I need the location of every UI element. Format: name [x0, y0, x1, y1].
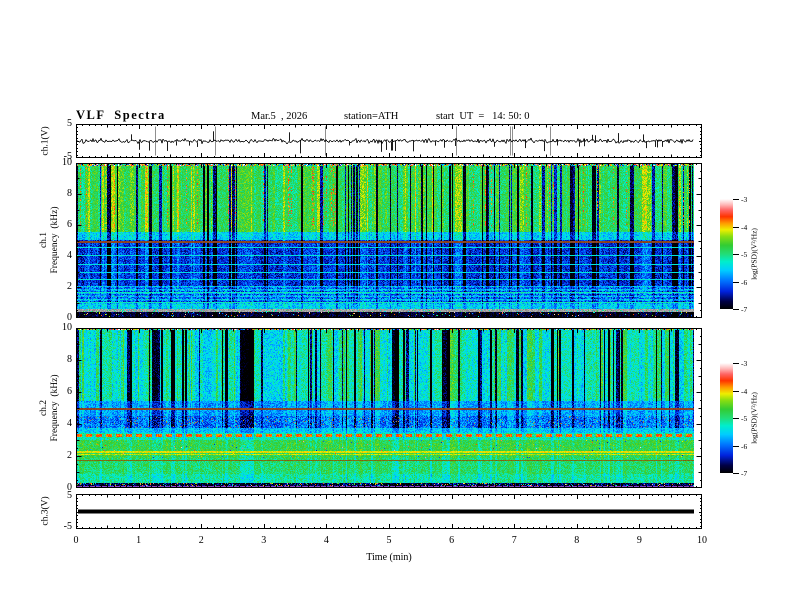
colorbar1-tick--3: -3 [741, 195, 748, 204]
colorbar1-tickmark--5 [733, 254, 739, 255]
time-tick-9: 9 [636, 535, 642, 546]
ch3-waveform-panel [76, 494, 702, 529]
colorbar2-tickmark--7 [733, 473, 739, 474]
header-date: Mar.5 , 2026 [251, 111, 308, 122]
colorbar1-tickmark--6 [733, 281, 739, 283]
ch2-freq-axis-title: ch.2 Frequency (kHz) [39, 374, 61, 441]
colorbar1-tick--7: -7 [741, 305, 748, 314]
colorbar1-tickmark--3 [733, 199, 739, 200]
ch1-freq-tick-8: 8 [67, 188, 72, 199]
colorbar2-tick--4: -4 [741, 386, 748, 396]
header-start-ut: start UT = 14: 50: 0 [436, 111, 530, 122]
colorbar1-tickmark--7 [733, 309, 739, 310]
colorbar2-tickmark--4 [733, 390, 739, 392]
figure-title: VLF Spectra [76, 108, 166, 122]
colorbar2-tick--5: -5 [741, 414, 748, 423]
time-axis-title: Time (min) [366, 552, 412, 563]
ch1-volt-tick-5: 5 [67, 118, 72, 129]
ch1-freq-tick-4: 4 [67, 250, 72, 261]
colorbar1-tickmark--4 [733, 226, 739, 228]
time-tick-4: 4 [323, 535, 329, 546]
ch2-freq-tick-2: 2 [67, 450, 72, 461]
time-tick-10: 10 [697, 535, 707, 546]
time-tick-3: 3 [261, 535, 267, 546]
ch3-volt-tick-5: 5 [67, 490, 72, 501]
ch1-freq-axis-title: ch.1 Frequency (kHz) [39, 206, 61, 273]
colorbar2-tickmark--5 [733, 418, 739, 419]
ch1-freq-tick-6: 6 [67, 219, 72, 230]
time-tick-7: 7 [511, 535, 517, 546]
colorbar-ch2-title: log(PSD)(V²/Hz) [749, 392, 759, 444]
colorbar-ch2 [720, 363, 733, 473]
ch1-spectrogram-panel [76, 163, 702, 318]
time-tick-6: 6 [449, 535, 455, 546]
time-tick-8: 8 [574, 535, 580, 546]
vlf-spectra-figure: VLF Spectra Mar.5 , 2026 station=ATH sta… [0, 0, 792, 612]
colorbar-ch1 [720, 199, 733, 309]
ch3-volt-tick-neg5: -5 [63, 521, 72, 532]
ch2-freq-tick-6: 6 [67, 386, 72, 397]
ch1-freq-tick-10: 10 [62, 157, 72, 168]
ch2-spectrogram-panel [76, 328, 702, 488]
colorbar2-tickmark--3 [733, 363, 739, 364]
colorbar2-tick--6: -6 [741, 441, 748, 451]
time-tick-2: 2 [198, 535, 204, 546]
ch2-freq-tick-4: 4 [67, 418, 72, 429]
time-tick-5: 5 [386, 535, 392, 546]
header-station: station=ATH [344, 111, 399, 122]
colorbar2-tickmark--6 [733, 445, 739, 447]
colorbar2-tick--3: -3 [741, 359, 748, 368]
ch1-waveform-panel [76, 124, 702, 158]
ch1-label-line1: ch.1 [39, 231, 49, 249]
colorbar1-tick--4: -4 [741, 222, 748, 232]
time-tick-1: 1 [136, 535, 142, 546]
ch2-label-line2: Frequency (kHz) [50, 374, 60, 442]
ch1-freq-tick-2: 2 [67, 281, 72, 292]
colorbar-ch1-title: log(PSD)(V²/Hz) [749, 228, 759, 280]
colorbar1-tick--6: -6 [741, 277, 748, 287]
colorbar2-tick--7: -7 [741, 469, 748, 478]
ch2-freq-tick-10: 10 [62, 322, 72, 333]
ch1-label-line2: Frequency (kHz) [50, 206, 60, 274]
time-tick-0: 0 [73, 535, 79, 546]
ch2-freq-tick-8: 8 [67, 354, 72, 365]
colorbar1-tick--5: -5 [741, 250, 748, 259]
ch2-label-line1: ch.2 [39, 399, 49, 417]
